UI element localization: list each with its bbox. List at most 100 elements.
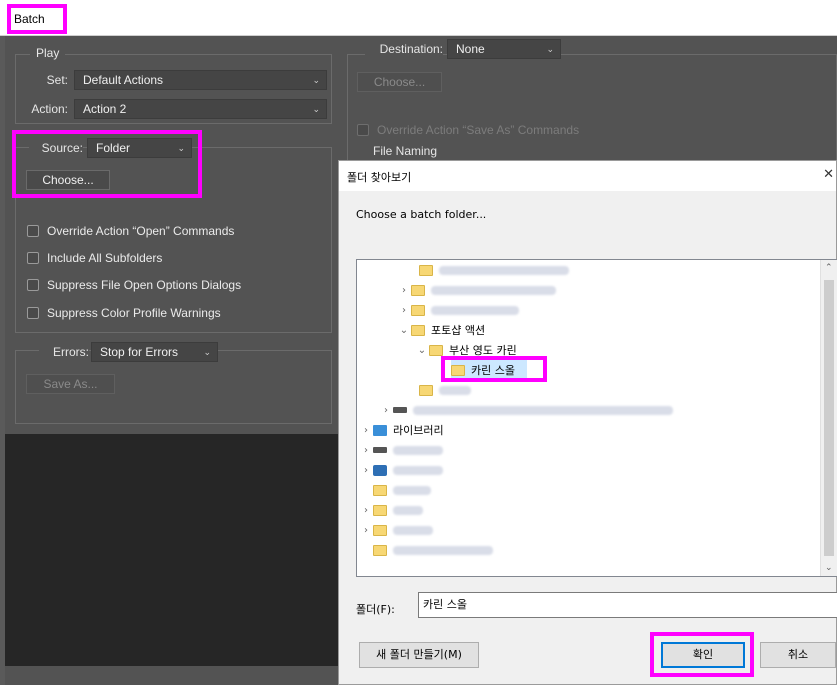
errors-dropdown[interactable]: Stop for Errors ⌄ [91,342,218,362]
blurred-label [393,505,423,515]
tree-row[interactable]: › [359,460,443,480]
folder-icon [373,504,387,516]
tree-label: 라이브러리 [393,424,444,437]
destination-dropdown[interactable]: None ⌄ [447,39,561,59]
tree-row-photoshop-actions[interactable]: ⌄ 포토샵 액션 [397,320,485,340]
chevron-right-icon[interactable]: › [379,405,393,416]
tree-row[interactable]: › [359,440,443,460]
dialog-title: 폴더 찾아보기 [347,171,412,184]
batch-window-title: Batch [7,4,67,34]
dialog-title-bar: 폴더 찾아보기 ✕ [339,161,836,191]
blurred-label [393,465,443,475]
drive-icon [393,407,407,413]
tree-row[interactable] [359,480,431,500]
new-folder-button[interactable]: 새 폴더 만들기(M) [359,642,479,668]
chevron-right-icon[interactable]: › [359,525,373,536]
folder-icon [411,284,425,296]
tree-row[interactable]: › [359,500,423,520]
suppress-open-options-label: Suppress File Open Options Dialogs [47,278,242,292]
chevron-down-icon: ⌄ [312,104,320,114]
network-icon [373,464,387,476]
close-icon[interactable]: ✕ [823,167,834,182]
tree-row[interactable] [359,540,493,560]
batch-title-bar: Batch [0,0,837,36]
source-highlight-box [12,130,202,198]
set-dropdown-value: Default Actions [83,73,164,87]
override-open-label: Override Action “Open” Commands [47,224,235,238]
action-dropdown[interactable]: Action 2 ⌄ [74,99,327,119]
blurred-label [393,445,443,455]
destination-choose-button[interactable]: Choose... [357,72,442,92]
scroll-down-icon[interactable]: ⌄ [825,563,833,573]
blurred-label [393,545,493,555]
action-dropdown-value: Action 2 [83,102,127,116]
chevron-down-icon: ⌄ [203,347,211,357]
set-label: Set: [46,73,68,87]
tree-row[interactable]: › [379,400,673,420]
chevron-down-icon: ⌄ [312,75,320,85]
tree-row[interactable]: › [397,280,556,300]
tree-row-libraries[interactable]: › 라이브러리 [359,420,444,440]
folder-icon [373,484,387,496]
errors-dropdown-value: Stop for Errors [100,345,179,359]
folder-icon [411,304,425,316]
blurred-label [431,305,519,315]
include-subfolders-checkbox[interactable]: Include All Subfolders [27,251,162,265]
set-dropdown[interactable]: Default Actions ⌄ [74,70,327,90]
checkbox-box [27,252,39,264]
scroll-thumb[interactable] [824,280,834,556]
tree-row[interactable]: › [397,300,519,320]
checkbox-box [357,124,369,136]
chevron-right-icon[interactable]: › [397,305,411,316]
destination-label: Destination: [365,42,443,56]
chevron-right-icon[interactable]: › [359,465,373,476]
folder-field-label: 폴더(F): [356,603,395,616]
chevron-right-icon[interactable]: › [359,505,373,516]
chevron-right-icon[interactable]: › [397,285,411,296]
blurred-label [439,385,471,395]
blurred-label [431,285,556,295]
blurred-label [393,525,433,535]
selected-folder-highlight [441,356,547,382]
tree-row[interactable]: › [359,520,433,540]
tree-label: 포토샵 액션 [431,324,486,337]
blurred-label [393,485,431,495]
folder-input[interactable]: 카린 스올 [418,592,837,618]
folder-icon [373,544,387,556]
checkbox-box [27,279,39,291]
override-save-as-checkbox[interactable]: Override Action “Save As” Commands [357,123,579,137]
scroll-up-icon[interactable]: ⌃ [825,263,833,273]
cancel-button[interactable]: 취소 [760,642,836,668]
suppress-color-profile-label: Suppress Color Profile Warnings [47,306,221,320]
save-as-button[interactable]: Save As... [26,374,115,394]
destination-dropdown-value: None [456,42,485,56]
errors-label: Errors: [39,345,89,359]
include-subfolders-label: Include All Subfolders [47,251,163,265]
tree-row[interactable] [405,380,471,400]
dialog-prompt: Choose a batch folder... [356,208,487,221]
chevron-down-icon[interactable]: ⌄ [415,345,429,356]
drive-icon [373,447,387,453]
folder-tree[interactable]: › › ⌄ 포토샵 액션 ⌄ 부산 영도 카린 카린 스올 › › 라이브러리 … [356,259,837,577]
ok-highlight-box [650,632,754,677]
override-save-as-label: Override Action “Save As” Commands [377,123,580,137]
override-open-checkbox[interactable]: Override Action “Open” Commands [27,224,234,238]
folder-icon [373,524,387,536]
library-icon [373,424,387,436]
file-naming-label: File Naming [373,144,438,158]
tree-scrollbar[interactable]: ⌃ ⌄ [820,260,837,576]
suppress-color-profile-checkbox[interactable]: Suppress Color Profile Warnings [27,306,221,320]
suppress-open-options-checkbox[interactable]: Suppress File Open Options Dialogs [27,278,241,292]
blurred-label [439,265,569,275]
blurred-label [413,405,673,415]
chevron-right-icon[interactable]: › [359,425,373,436]
chevron-down-icon: ⌄ [546,44,554,54]
play-legend: Play [30,46,66,60]
tree-row[interactable] [405,260,569,280]
chevron-down-icon[interactable]: ⌄ [397,325,411,336]
folder-icon [419,264,433,276]
action-label: Action: [31,102,68,116]
checkbox-box [27,307,39,319]
folder-icon [411,324,425,336]
chevron-right-icon[interactable]: › [359,445,373,456]
